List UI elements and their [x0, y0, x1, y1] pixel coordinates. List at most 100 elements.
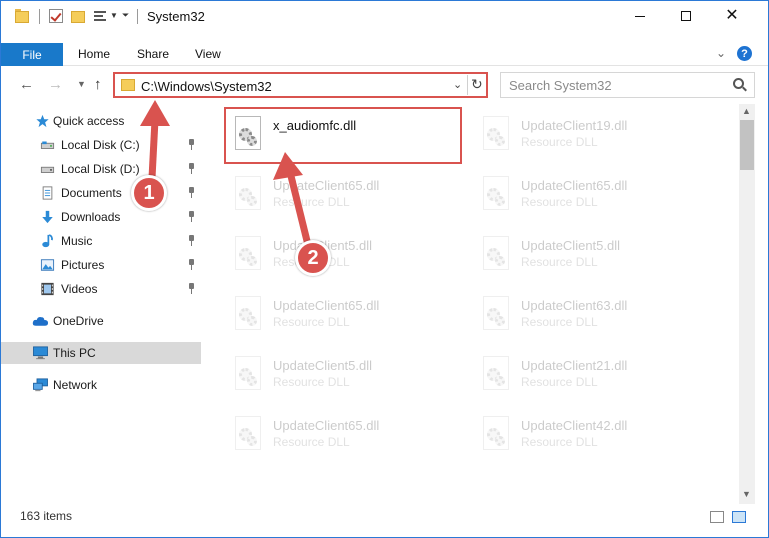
file-item[interactable]: UpdateClient65.dll Resource DLL	[227, 290, 457, 340]
file-item[interactable]: UpdateClient65.dll Resource DLL	[475, 170, 705, 220]
close-button[interactable]: ✕	[709, 1, 755, 31]
sidebar-item-label: Pictures	[61, 258, 105, 272]
properties-check-icon[interactable]	[49, 9, 63, 23]
sidebar-item-network[interactable]: Network	[1, 374, 201, 396]
file-item[interactable]: UpdateClient5.dll Resource DLL	[475, 230, 705, 280]
sidebar-item-local-disk-d[interactable]: Local Disk (D:)	[1, 158, 201, 180]
tab-file[interactable]: File	[1, 43, 63, 66]
sidebar-item-quick-access[interactable]: Quick access	[1, 110, 201, 132]
dll-gear-icon	[231, 176, 263, 212]
file-name: UpdateClient65.dll	[273, 298, 380, 313]
file-item[interactable]: UpdateClient5.dll Resource DLL	[227, 350, 457, 400]
dll-gear-icon	[479, 176, 511, 212]
tab-home[interactable]: Home	[78, 47, 110, 61]
properties-list-icon[interactable]	[94, 9, 108, 23]
pin-icon[interactable]	[188, 211, 195, 222]
file-type: Resource DLL	[521, 375, 598, 389]
dll-gear-icon	[479, 356, 511, 392]
navigation-bar: ← → ▼ ↑ C:\Windows\System32 ⌄ ↻ Search S…	[1, 70, 768, 100]
scroll-down-icon[interactable]: ▼	[742, 489, 751, 499]
sidebar-item-local-disk-c[interactable]: Local Disk (C:)	[1, 134, 201, 156]
minimize-icon	[635, 15, 645, 17]
pin-icon[interactable]	[188, 163, 195, 174]
file-list: x_audiomfc.dll UpdateClient65.dll Resour…	[205, 104, 738, 504]
file-type: Resource DLL	[521, 255, 598, 269]
dll-gear-icon	[479, 236, 511, 272]
new-folder-icon[interactable]	[71, 9, 85, 23]
file-type: Resource DLL	[521, 435, 598, 449]
cloud-icon	[32, 317, 49, 326]
recent-locations-icon[interactable]: ▼	[77, 79, 86, 89]
sidebar-item-label: OneDrive	[53, 314, 104, 328]
sidebar-item-onedrive[interactable]: OneDrive	[1, 310, 201, 332]
file-name: UpdateClient5.dll	[273, 358, 373, 373]
pin-icon[interactable]	[188, 259, 195, 270]
sidebar-item-this-pc[interactable]: This PC	[1, 342, 201, 364]
file-name: UpdateClient65.dll	[273, 418, 380, 433]
tab-share[interactable]: Share	[137, 47, 169, 61]
vertical-scrollbar[interactable]: ▲ ▼	[739, 104, 755, 504]
step-1-badge: 1	[131, 175, 167, 211]
address-bar[interactable]: C:\Windows\System32 ⌄ ↻	[113, 72, 488, 98]
drive-icon	[40, 141, 55, 149]
search-input[interactable]: Search System32	[500, 72, 755, 98]
tab-view[interactable]: View	[195, 47, 221, 61]
customize-toolbar-icon[interactable]: ⏷	[122, 10, 129, 21]
forward-arrow-icon[interactable]: →	[48, 76, 63, 93]
large-icons-view-icon[interactable]	[732, 511, 746, 523]
pin-icon[interactable]	[188, 187, 195, 198]
status-bar: 163 items	[1, 506, 768, 528]
details-view-icon[interactable]	[710, 511, 724, 523]
up-arrow-icon[interactable]: ↑	[94, 76, 102, 93]
videos-icon	[41, 282, 54, 296]
search-icon[interactable]	[733, 78, 744, 89]
help-icon[interactable]: ?	[737, 46, 752, 61]
sidebar-item-label: This PC	[53, 346, 96, 360]
pin-icon[interactable]	[188, 139, 195, 150]
scroll-up-icon[interactable]: ▲	[742, 106, 751, 116]
file-name: UpdateClient42.dll	[521, 418, 628, 433]
file-type: Resource DLL	[521, 195, 598, 209]
file-type: Resource DLL	[521, 315, 598, 329]
folder-icon[interactable]	[15, 9, 29, 23]
chevron-down-icon[interactable]: ▼	[110, 11, 118, 20]
sidebar-item-pictures[interactable]: Pictures	[1, 254, 201, 276]
file-item[interactable]: UpdateClient5.dll Resource DLL	[227, 230, 457, 280]
explorer-window: ▼ ⏷ System32 ✕ File Home Share View ⌄ ? …	[0, 0, 769, 538]
file-item[interactable]: UpdateClient21.dll Resource DLL	[475, 350, 705, 400]
file-name: UpdateClient65.dll	[273, 178, 380, 193]
chevron-down-icon[interactable]: ⌄	[453, 78, 462, 91]
sidebar-item-videos[interactable]: Videos	[1, 278, 201, 300]
sidebar-item-music[interactable]: Music	[1, 230, 201, 252]
sidebar-item-label: Local Disk (C:)	[61, 138, 140, 152]
navigation-pane: Quick access Local Disk (C:) Local Disk …	[1, 104, 205, 504]
file-item[interactable]: UpdateClient19.dll Resource DLL	[475, 110, 705, 160]
scrollbar-thumb[interactable]	[740, 120, 754, 170]
expand-ribbon-icon[interactable]: ⌄	[716, 46, 726, 60]
refresh-icon[interactable]: ↻	[471, 76, 483, 93]
search-placeholder: Search System32	[509, 78, 612, 93]
minimize-button[interactable]	[617, 1, 663, 31]
address-separator	[467, 75, 468, 95]
dll-gear-icon	[479, 296, 511, 332]
download-icon	[42, 210, 53, 224]
dll-gear-icon	[479, 116, 511, 152]
file-item[interactable]: UpdateClient65.dll Resource DLL	[227, 170, 457, 220]
maximize-button[interactable]	[663, 1, 709, 31]
computer-icon	[33, 346, 48, 360]
file-item[interactable]: UpdateClient42.dll Resource DLL	[475, 410, 705, 460]
sidebar-item-label: Music	[61, 234, 93, 248]
dll-gear-icon	[231, 236, 263, 272]
pin-icon[interactable]	[188, 235, 195, 246]
file-name: UpdateClient63.dll	[521, 298, 628, 313]
address-path[interactable]: C:\Windows\System32	[141, 79, 272, 94]
sidebar-item-documents[interactable]: Documents	[1, 182, 201, 204]
back-arrow-icon[interactable]: ←	[19, 76, 34, 93]
dll-gear-icon	[231, 296, 263, 332]
network-icon	[33, 378, 48, 392]
sidebar-item-downloads[interactable]: Downloads	[1, 206, 201, 228]
pin-icon[interactable]	[188, 283, 195, 294]
file-item[interactable]: UpdateClient65.dll Resource DLL	[227, 410, 457, 460]
file-type: Resource DLL	[273, 375, 350, 389]
file-item[interactable]: UpdateClient63.dll Resource DLL	[475, 290, 705, 340]
